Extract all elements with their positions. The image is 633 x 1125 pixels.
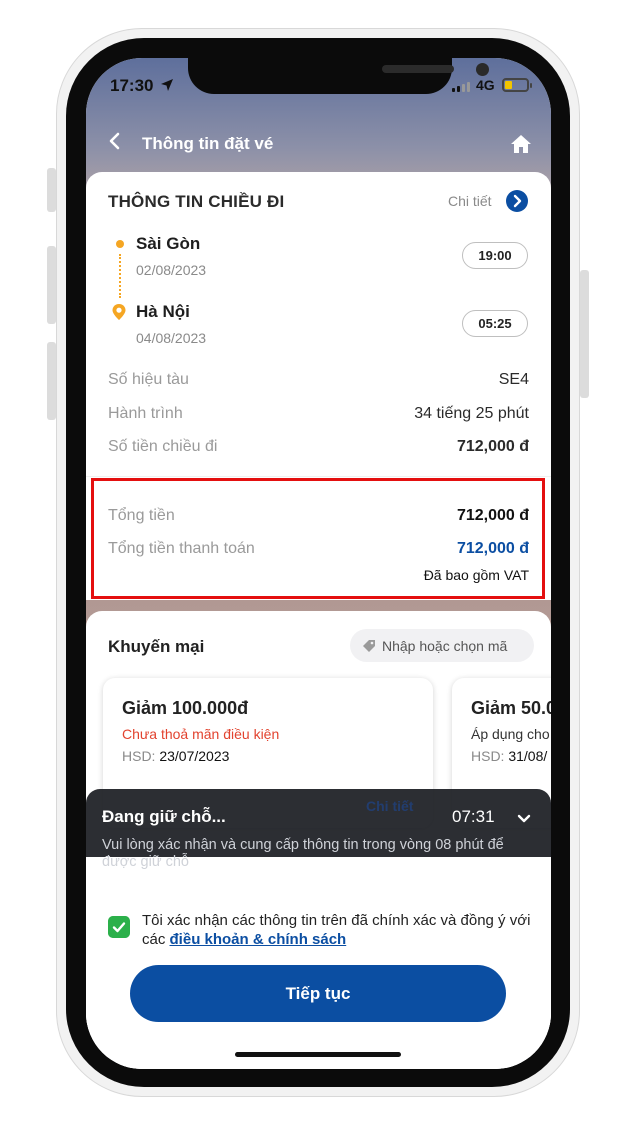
- status-time: 17:30: [110, 76, 154, 95]
- confirm-statement: Tôi xác nhận các thông tin trên đã chính…: [142, 911, 534, 949]
- volume-down-button: [47, 342, 56, 420]
- promo-code-placeholder: Nhập hoặc chọn mã: [382, 637, 508, 654]
- voucher-expiry-date: 31/08/: [508, 748, 548, 764]
- departure-date: 02/08/2023: [136, 262, 207, 278]
- speaker-grille: [382, 65, 454, 73]
- volume-up-button: [47, 246, 56, 324]
- section-title-outbound: THÔNG TIN CHIỀU ĐI: [108, 192, 285, 211]
- voucher-title: Giảm 50.0: [471, 698, 551, 718]
- home-icon[interactable]: [510, 134, 532, 154]
- seat-hold-timer: 07:31: [452, 807, 495, 826]
- departure-city: Sài Gòn: [136, 234, 201, 253]
- route-dotted-line: [119, 254, 121, 298]
- location-arrow-icon: [161, 79, 173, 91]
- departure-time: 19:00: [462, 242, 528, 269]
- arrival-date: 04/08/2023: [136, 330, 207, 346]
- location-pin-icon: [112, 304, 126, 320]
- voucher-expiry: HSD: 23/07/2023: [122, 748, 229, 764]
- duration-value: 34 tiếng 25 phút: [414, 405, 529, 422]
- chevron-right-icon[interactable]: [506, 190, 528, 212]
- tag-icon: [363, 639, 375, 652]
- train-number-label: Số hiệu tàu: [108, 371, 189, 388]
- network-type: 4G: [476, 77, 495, 93]
- signal-icon: [452, 82, 470, 92]
- voucher-condition: Áp dụng cho: [471, 726, 550, 742]
- outbound-fare-value: 712,000 đ: [456, 438, 529, 455]
- battery-icon: [502, 78, 532, 92]
- train-number-value: SE4: [498, 371, 529, 388]
- voucher-expiry-date: 23/07/2023: [159, 748, 230, 764]
- arrival-time: 05:25: [462, 310, 528, 337]
- duration-label: Hành trình: [108, 405, 183, 422]
- chevron-down-icon[interactable]: [514, 808, 534, 828]
- seat-hold-title: Đang giữ chỗ...: [102, 807, 226, 826]
- arrival-city: Hà Nội: [136, 302, 190, 321]
- voucher-condition: Chưa thoả mãn điều kiện: [122, 726, 280, 742]
- mute-switch: [47, 168, 56, 212]
- voucher-expiry-label: HSD:: [471, 748, 505, 764]
- trip-detail-link[interactable]: Chi tiết: [448, 193, 492, 209]
- terms-policy-link[interactable]: điều khoản & chính sách: [170, 931, 347, 948]
- voucher-title: Giảm 100.000đ: [122, 698, 249, 718]
- front-camera: [476, 63, 489, 76]
- voucher-detail-link[interactable]: Chi tiết: [366, 798, 413, 814]
- outbound-fare-label: Số tiền chiều đi: [108, 438, 218, 455]
- voucher-expiry: HSD: 31/08/: [471, 748, 547, 764]
- departure-dot-icon: [116, 240, 124, 248]
- voucher-expiry-label: HSD:: [122, 748, 156, 764]
- promotion-title: Khuyến mại: [108, 637, 205, 656]
- continue-button[interactable]: Tiếp tục: [130, 965, 506, 1022]
- promo-code-input[interactable]: Nhập hoặc chọn mã: [350, 629, 534, 662]
- seat-hold-description: Vui lòng xác nhận và cung cấp thông tin …: [102, 837, 504, 870]
- total-highlight-frame: [91, 478, 545, 599]
- back-arrow-icon[interactable]: [104, 130, 126, 152]
- confirm-checkbox[interactable]: [108, 916, 130, 938]
- home-indicator: [235, 1052, 401, 1057]
- notch: [188, 58, 489, 94]
- page-title: Thông tin đặt vé: [142, 134, 274, 153]
- power-button: [580, 270, 589, 398]
